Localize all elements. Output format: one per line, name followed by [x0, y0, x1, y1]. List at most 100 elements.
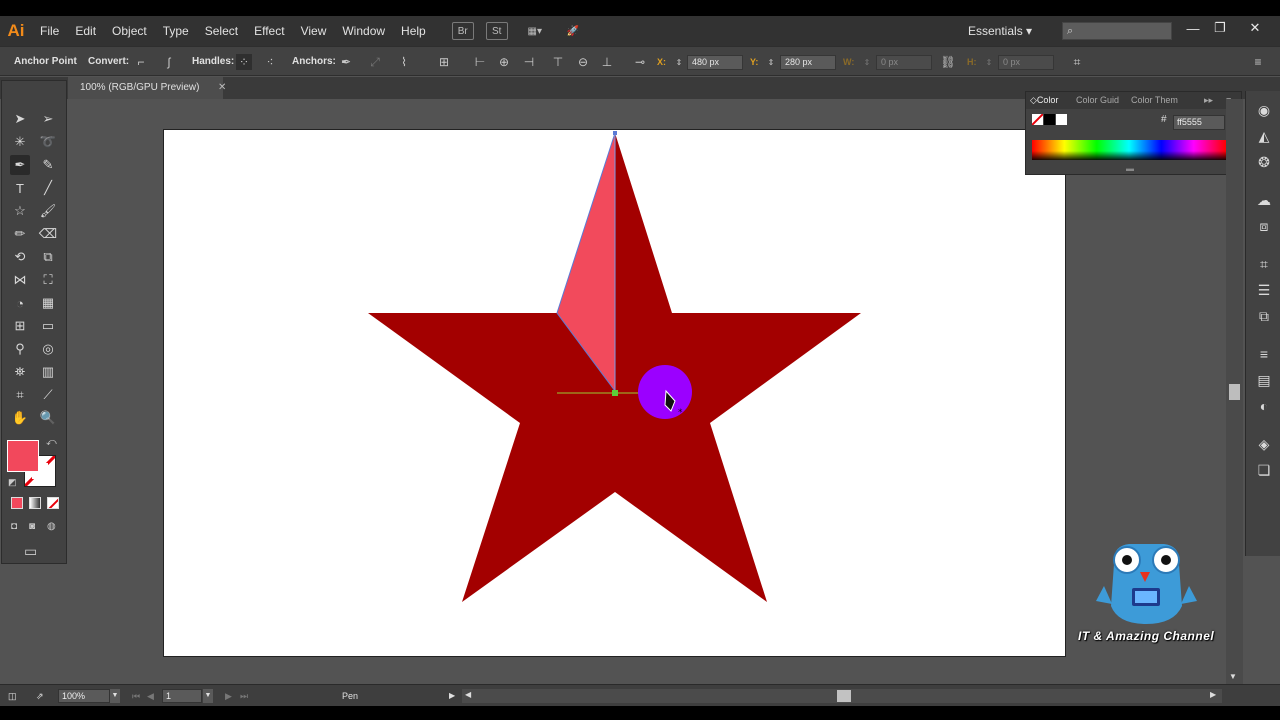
- panel-menu-icon[interactable]: ≡: [1250, 54, 1266, 70]
- align-top-icon[interactable]: ⊤: [550, 54, 566, 70]
- transparency-icon[interactable]: ◐: [1255, 397, 1273, 415]
- white-swatch[interactable]: [1056, 114, 1067, 125]
- color-mode-icon[interactable]: [11, 497, 23, 509]
- pen-tool-icon[interactable]: ✒: [10, 155, 30, 175]
- gradient-icon[interactable]: ▤: [1255, 371, 1273, 389]
- draw-behind-icon[interactable]: ◙: [29, 521, 35, 532]
- zoom-dropdown-icon[interactable]: ▼: [110, 689, 120, 703]
- cc-libraries-icon[interactable]: ☁: [1255, 191, 1273, 209]
- gradient-tool-icon[interactable]: ▭: [38, 316, 58, 336]
- rotate-tool-icon[interactable]: ⟲: [10, 247, 30, 267]
- hex-input[interactable]: ff5555: [1173, 115, 1225, 130]
- remove-anchor-icon[interactable]: ✒: [338, 54, 354, 70]
- width-tool-icon[interactable]: ⋈: [10, 270, 30, 290]
- hand-tool-icon[interactable]: ✋: [10, 408, 30, 428]
- menu-help[interactable]: Help: [393, 16, 434, 46]
- magic-wand-tool-icon[interactable]: ✳: [10, 132, 30, 152]
- menu-type[interactable]: Type: [155, 16, 197, 46]
- draw-normal-icon[interactable]: ◘: [11, 521, 17, 532]
- y-stepper-icon[interactable]: ⇕: [766, 54, 776, 70]
- w-stepper-icon[interactable]: ⇕: [862, 54, 872, 70]
- connect-anchor-icon[interactable]: ⤢: [367, 54, 383, 70]
- artboards-icon[interactable]: ❏: [1255, 461, 1273, 479]
- color-themes-icon[interactable]: ❂: [1255, 153, 1273, 171]
- menu-object[interactable]: Object: [104, 16, 155, 46]
- top-anchor-marker[interactable]: [613, 131, 617, 135]
- align-right-icon[interactable]: ⊣: [521, 54, 537, 70]
- transform-icon[interactable]: ⌗: [1255, 255, 1273, 273]
- scroll-down-icon[interactable]: ▼: [1229, 672, 1237, 681]
- align-center-icon[interactable]: ⊕: [496, 54, 512, 70]
- reference-point-icon[interactable]: ⊸: [632, 54, 648, 70]
- close-document-icon[interactable]: ✕: [218, 77, 226, 99]
- hide-handles-icon[interactable]: ⁖: [262, 54, 278, 70]
- scroll-right-icon[interactable]: ▶: [1210, 690, 1216, 699]
- cut-path-icon[interactable]: ⌇: [396, 54, 412, 70]
- direct-selection-tool-icon[interactable]: ➢: [38, 109, 58, 129]
- arrange-documents-icon[interactable]: ▦▾: [520, 22, 550, 40]
- free-transform-tool-icon[interactable]: ⛶: [38, 270, 58, 290]
- horizontal-scroll-thumb[interactable]: [837, 690, 851, 702]
- screen-mode-icon[interactable]: ▭: [24, 543, 37, 560]
- blend-tool-icon[interactable]: ◎: [38, 339, 58, 359]
- shape-builder-tool-icon[interactable]: ◔: [10, 293, 30, 313]
- status-icon[interactable]: ◫: [8, 689, 17, 703]
- close-button[interactable]: ✕: [1242, 16, 1268, 40]
- swap-fill-stroke-icon[interactable]: ⤺: [46, 437, 57, 448]
- mesh-tool-icon[interactable]: ⊞: [10, 316, 30, 336]
- stroke-icon[interactable]: ≡: [1255, 345, 1273, 363]
- artboard[interactable]: *: [163, 129, 1066, 657]
- menu-file[interactable]: File: [32, 16, 67, 46]
- gpu-performance-icon[interactable]: 🚀: [562, 22, 584, 40]
- column-graph-tool-icon[interactable]: ▥: [38, 362, 58, 382]
- resize-grip-icon[interactable]: ▬: [1126, 164, 1134, 173]
- x-input[interactable]: 480 px: [687, 55, 743, 70]
- black-swatch[interactable]: [1044, 114, 1055, 125]
- slice-tool-icon[interactable]: ⟋: [38, 385, 58, 405]
- align-bottom-icon[interactable]: ⊥: [599, 54, 615, 70]
- pencil-tool-icon[interactable]: ✏: [10, 224, 30, 244]
- w-input[interactable]: 0 px: [876, 55, 932, 70]
- scroll-left-icon[interactable]: ◀: [465, 690, 471, 699]
- anchor-point-marker[interactable]: [612, 390, 618, 396]
- symbol-sprayer-tool-icon[interactable]: ⛯: [10, 362, 30, 382]
- isolate-icon[interactable]: ⊞: [436, 54, 452, 70]
- menu-effect[interactable]: Effect: [246, 16, 292, 46]
- horizontal-scrollbar[interactable]: ◀ ▶: [462, 689, 1222, 703]
- eyedropper-tool-icon[interactable]: ⚲: [10, 339, 30, 359]
- next-artboard-icon[interactable]: ▶: [225, 689, 232, 703]
- menu-view[interactable]: View: [293, 16, 335, 46]
- y-input[interactable]: 280 px: [780, 55, 836, 70]
- stock-icon[interactable]: St: [485, 22, 508, 40]
- tab-color-themes[interactable]: Color Them: [1131, 92, 1178, 109]
- convert-corner-icon[interactable]: ⌐: [133, 54, 149, 70]
- star-tool-icon[interactable]: ☆: [10, 201, 30, 221]
- none-swatch[interactable]: [1032, 114, 1043, 125]
- selection-tool-icon[interactable]: ➤: [10, 109, 30, 129]
- layers-icon[interactable]: ◈: [1255, 435, 1273, 453]
- zoom-input[interactable]: 100%: [58, 689, 110, 703]
- document-tab[interactable]: 100% (RGB/GPU Preview): [68, 77, 224, 99]
- tab-color[interactable]: ◇Color: [1030, 92, 1058, 109]
- color-icon[interactable]: ◉: [1255, 101, 1273, 119]
- menu-select[interactable]: Select: [197, 16, 246, 46]
- vertical-scrollbar[interactable]: ▼: [1226, 99, 1243, 689]
- search-input[interactable]: ⌕: [1062, 22, 1172, 40]
- transform-icon[interactable]: ⌗: [1069, 54, 1085, 70]
- artboard-dropdown-icon[interactable]: ▼: [203, 689, 213, 703]
- color-guide-icon[interactable]: ◭: [1255, 127, 1273, 145]
- previous-artboard-icon[interactable]: ◀: [147, 689, 154, 703]
- draw-inside-icon[interactable]: ◍: [47, 521, 56, 532]
- lasso-tool-icon[interactable]: ➰: [38, 132, 58, 152]
- bridge-icon[interactable]: Br: [451, 22, 474, 40]
- minimize-button[interactable]: —: [1180, 16, 1206, 40]
- expand-icon[interactable]: ▸▸: [1204, 92, 1213, 109]
- none-mode-icon[interactable]: [47, 497, 59, 509]
- tab-color-guide[interactable]: Color Guid: [1076, 92, 1119, 109]
- menu-window[interactable]: Window: [334, 16, 393, 46]
- pathfinder-icon[interactable]: ⧉: [1255, 307, 1273, 325]
- x-stepper-icon[interactable]: ⇕: [674, 54, 684, 70]
- export-icon[interactable]: ⇗: [36, 689, 44, 703]
- align-left-icon[interactable]: ⊢: [472, 54, 488, 70]
- color-spectrum[interactable]: [1032, 140, 1226, 160]
